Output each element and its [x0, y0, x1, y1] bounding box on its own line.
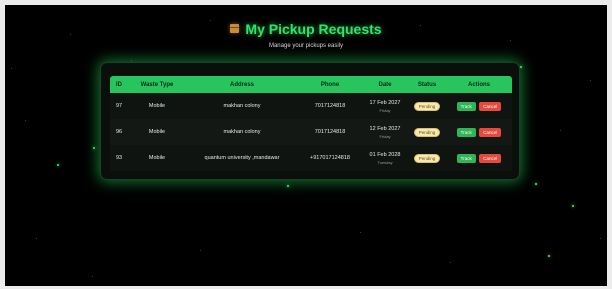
column-header-address[interactable]: Address: [186, 76, 298, 93]
cell-waste-type: Mobile: [128, 145, 186, 171]
star: [36, 238, 37, 239]
star: [360, 232, 361, 233]
cell-phone: 7017124818: [298, 93, 362, 119]
cell-status: Pending: [408, 145, 446, 171]
pickup-requests-table: ID Waste Type Address Phone Date Status …: [110, 76, 512, 171]
date-weekday: Friday: [379, 133, 391, 139]
star: [560, 130, 561, 131]
star: [25, 120, 26, 121]
date-value: 12 Feb 2027: [369, 125, 401, 132]
status-badge: Pending: [413, 153, 441, 163]
star: [92, 276, 93, 277]
page-subtitle: Manage your pickups easily: [268, 43, 344, 49]
date-value: 01 Feb 2028: [369, 151, 401, 158]
cell-date: 12 Feb 2027 Friday: [362, 119, 408, 145]
star: [131, 60, 132, 61]
star: [548, 255, 550, 257]
cell-actions: Track Cancel: [446, 119, 512, 145]
cell-address: makhan colony: [186, 119, 298, 145]
cell-id: 97: [110, 93, 128, 119]
star: [57, 164, 59, 166]
table-row: 96 Mobile makhan colony 7017124818 12 Fe…: [110, 119, 512, 145]
star: [590, 80, 591, 81]
cell-id: 93: [110, 145, 128, 171]
cell-waste-type: Mobile: [128, 119, 186, 145]
star: [520, 66, 522, 68]
cell-waste-type: Mobile: [128, 93, 186, 119]
cell-address: makhan colony: [186, 93, 298, 119]
date-weekday: Friday: [379, 107, 391, 113]
cell-status: Pending: [408, 93, 446, 119]
package-icon: [230, 24, 240, 33]
cell-phone: 7017124818: [298, 119, 362, 145]
track-button[interactable]: Track: [456, 101, 476, 111]
star: [572, 205, 574, 207]
star: [450, 262, 451, 263]
status-badge: Pending: [413, 127, 441, 137]
star: [287, 185, 289, 187]
table-row: 97 Mobile makhan colony 7017124818 17 Fe…: [110, 93, 512, 119]
cell-date: 01 Feb 2028 Tuesday: [362, 145, 408, 171]
column-header-phone[interactable]: Phone: [298, 76, 362, 93]
page-title-row: My Pickup Requests: [230, 20, 382, 37]
table-row: 93 Mobile quantum university ,mandawar +…: [110, 145, 512, 171]
cell-actions: Track Cancel: [446, 145, 512, 171]
track-button[interactable]: Track: [456, 127, 476, 137]
column-header-id[interactable]: ID: [110, 76, 128, 93]
status-badge: Pending: [413, 101, 441, 111]
page-header: My Pickup Requests Manage your pickups e…: [0, 20, 612, 49]
star: [11, 68, 12, 69]
cancel-button[interactable]: Cancel: [479, 101, 502, 111]
column-header-actions: Actions: [446, 76, 512, 93]
date-weekday: Tuesday: [377, 159, 393, 165]
cell-date: 17 Feb 2027 Friday: [362, 93, 408, 119]
column-header-date[interactable]: Date: [362, 76, 408, 93]
cell-address: quantum university ,mandawar: [186, 145, 298, 171]
star: [535, 183, 537, 185]
cancel-button[interactable]: Cancel: [479, 127, 502, 137]
star: [200, 250, 201, 251]
cell-phone: +917017124818: [298, 145, 362, 171]
cancel-button[interactable]: Cancel: [479, 153, 502, 163]
column-header-waste-type[interactable]: Waste Type: [128, 76, 186, 93]
table-header-row: ID Waste Type Address Phone Date Status …: [110, 76, 512, 93]
cell-id: 96: [110, 119, 128, 145]
cell-status: Pending: [408, 119, 446, 145]
star: [600, 238, 601, 239]
track-button[interactable]: Track: [456, 153, 476, 163]
date-value: 17 Feb 2027: [369, 99, 401, 106]
table-container: ID Waste Type Address Phone Date Status …: [110, 76, 512, 171]
star: [93, 147, 95, 149]
page-title: My Pickup Requests: [245, 20, 382, 37]
column-header-status[interactable]: Status: [408, 76, 446, 93]
cell-actions: Track Cancel: [446, 93, 512, 119]
pickup-requests-panel: ID Waste Type Address Phone Date Status …: [100, 62, 520, 180]
